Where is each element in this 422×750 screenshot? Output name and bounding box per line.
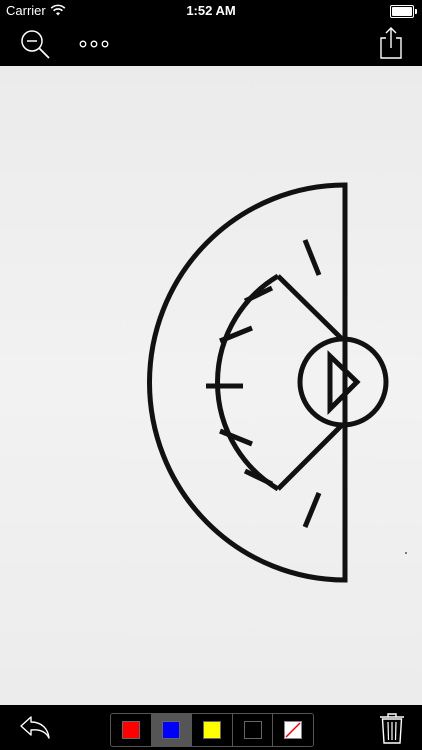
no-color-icon	[284, 721, 303, 739]
battery-icon	[390, 5, 417, 18]
swatch-red-chip	[121, 721, 140, 739]
swatch-yellow[interactable]	[192, 714, 233, 746]
bottom-toolbar	[0, 705, 422, 750]
drawing	[147, 182, 407, 583]
zoom-out-icon[interactable]	[18, 28, 52, 60]
more-dots-icon[interactable]	[78, 34, 112, 54]
drawing-canvas[interactable]	[0, 66, 422, 705]
color-palette	[110, 713, 314, 747]
infield-arc	[215, 273, 280, 492]
swatch-black[interactable]	[232, 714, 274, 746]
trash-icon[interactable]	[378, 711, 406, 745]
swatch-none[interactable]	[273, 714, 313, 746]
swatch-black-chip	[243, 721, 262, 739]
undo-icon[interactable]	[18, 713, 52, 741]
status-time: 1:52 AM	[186, 3, 236, 18]
swatch-yellow-chip	[202, 721, 221, 739]
swatch-red[interactable]	[111, 714, 152, 746]
swatch-blue[interactable]	[151, 714, 193, 746]
share-icon[interactable]	[378, 26, 404, 60]
swatch-blue-chip	[162, 721, 181, 739]
top-toolbar	[0, 22, 422, 66]
outer-arc	[147, 182, 348, 583]
status-bar: Carrier 1:52 AM	[0, 0, 422, 22]
